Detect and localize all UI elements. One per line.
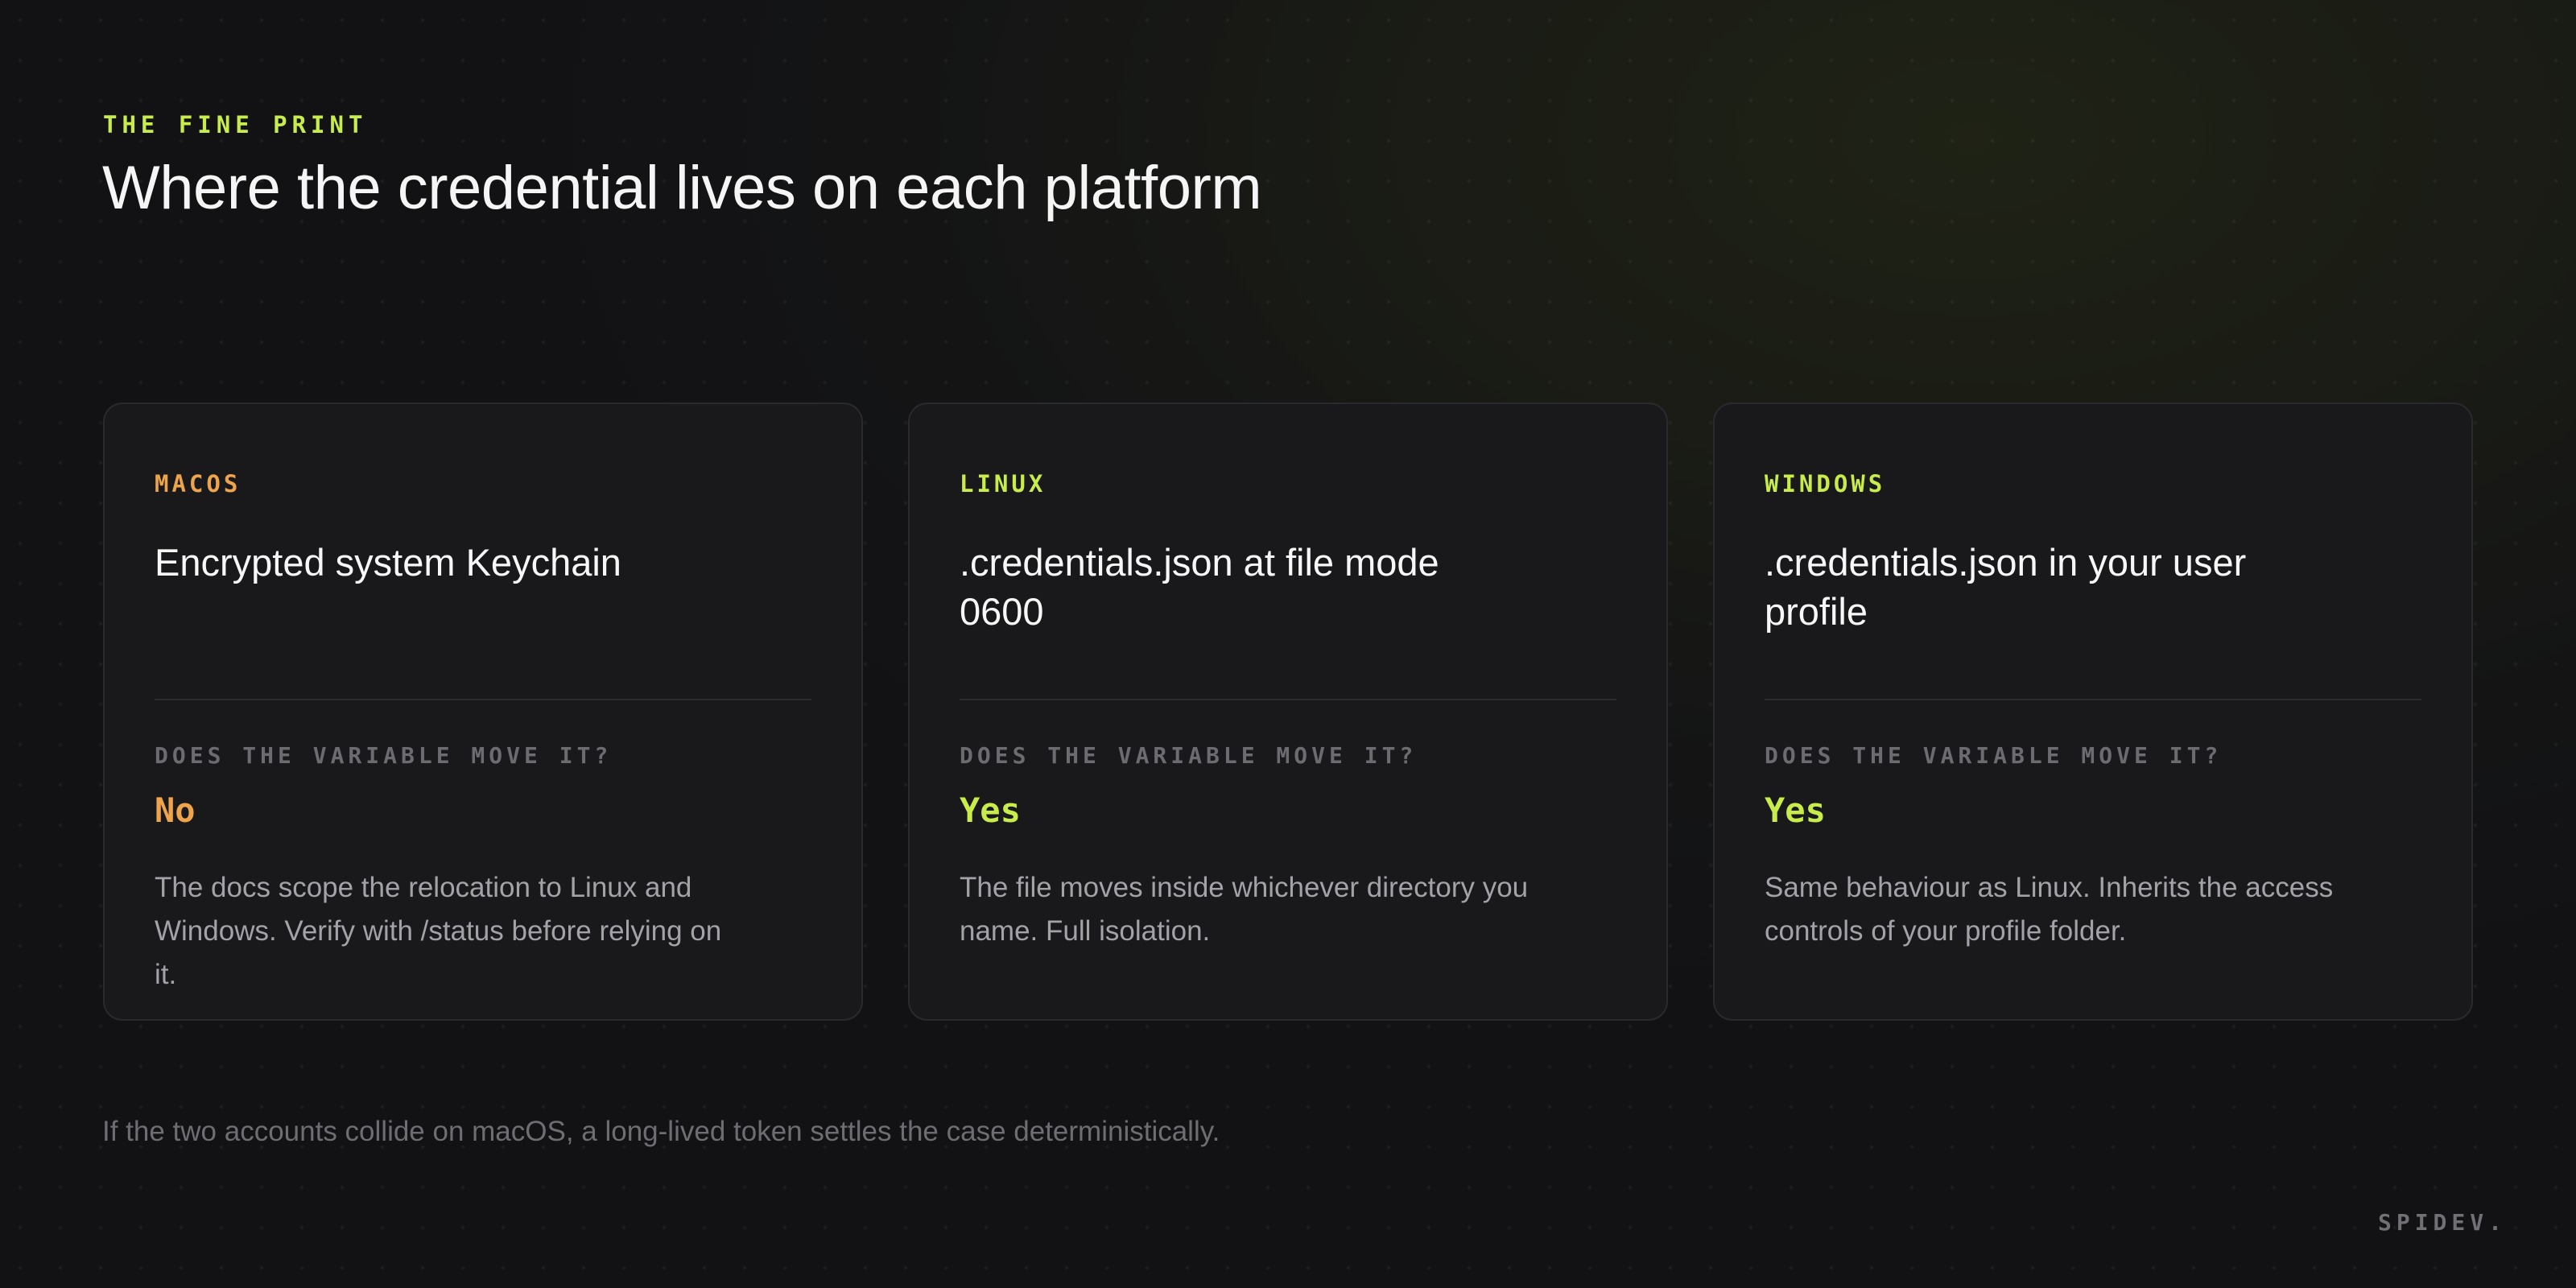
card-windows: WINDOWS .credentials.json in your user p… [1713, 402, 2473, 1021]
card-description: Same behaviour as Linux. Inherits the ac… [1765, 872, 2334, 947]
platform-cards: MACOS Encrypted system Keychain DOES THE… [103, 402, 2473, 1021]
page-title: Where the credential lives on each platf… [102, 154, 1262, 222]
answer-value: Yes [960, 791, 1021, 830]
platform-label: MACOS [155, 470, 242, 497]
card-divider [155, 699, 811, 700]
credential-location: Encrypted system Keychain [155, 541, 621, 584]
card-description: The file moves inside whichever director… [960, 872, 1529, 947]
answer-value: No [155, 791, 196, 830]
card-macos: MACOS Encrypted system Keychain DOES THE… [103, 402, 863, 1021]
eyebrow-label: THE FINE PRINT [103, 111, 368, 138]
question-label: DOES THE VARIABLE MOVE IT? [960, 742, 1418, 769]
answer-value: Yes [1765, 791, 1826, 830]
brand-wordmark: SPIDEV. [2377, 1209, 2507, 1236]
card-description: The docs scope the relocation to Linux a… [155, 872, 722, 990]
credential-location: .credentials.json at file mode 0600 [960, 541, 1439, 633]
question-label: DOES THE VARIABLE MOVE IT? [1765, 742, 2223, 769]
card-divider [1765, 699, 2421, 700]
question-label: DOES THE VARIABLE MOVE IT? [155, 742, 613, 769]
platform-label: WINDOWS [1765, 470, 1886, 497]
footnote: If the two accounts collide on macOS, a … [102, 1116, 1220, 1147]
credential-location: .credentials.json in your user profile [1765, 541, 2247, 633]
platform-label: LINUX [960, 470, 1046, 497]
card-divider [960, 699, 1616, 700]
card-linux: LINUX .credentials.json at file mode 060… [908, 402, 1668, 1021]
